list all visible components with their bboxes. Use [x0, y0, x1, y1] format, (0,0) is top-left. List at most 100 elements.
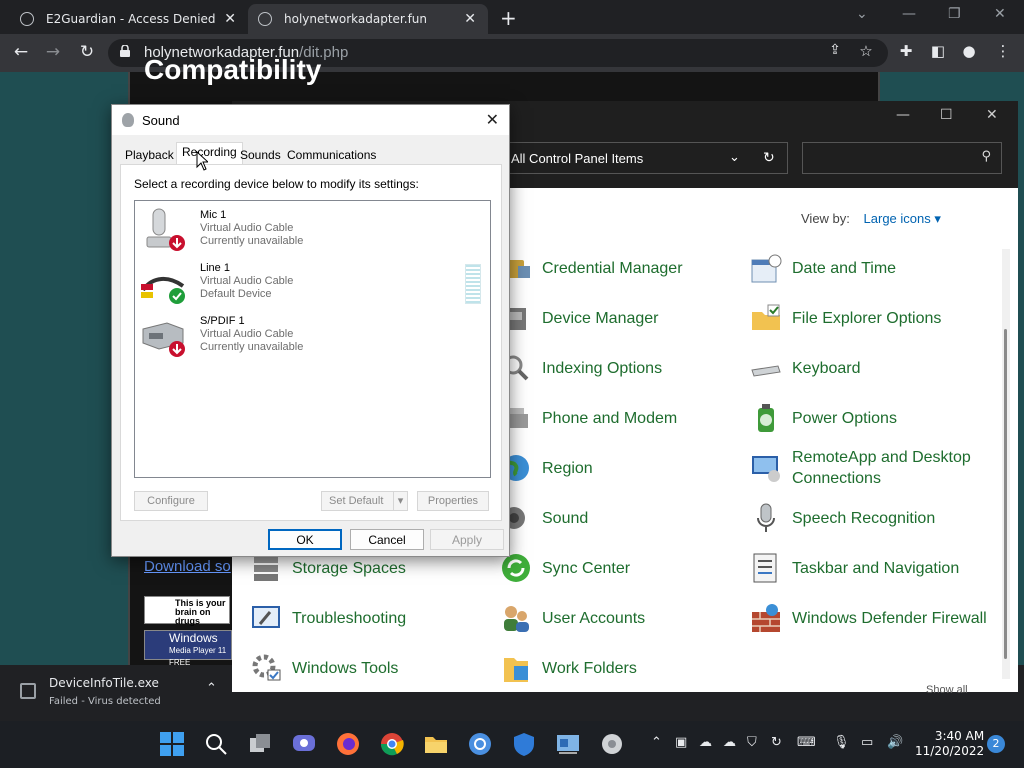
minimize-button[interactable]: —	[902, 6, 916, 22]
cp-item-user-accounts[interactable]: User Accounts	[500, 598, 740, 638]
maximize-button[interactable]: ☐	[940, 107, 953, 123]
restore-button[interactable]: ❐	[948, 6, 961, 22]
cp-item-device-manager[interactable]: Device Manager	[500, 298, 740, 338]
cp-item-windows-tools[interactable]: Windows Tools	[250, 648, 490, 688]
task-view-icon[interactable]	[247, 731, 273, 757]
cp-item-credential-manager[interactable]: Credential Manager	[500, 248, 740, 288]
set-default-button[interactable]: Set Default	[321, 491, 395, 511]
scrollbar-thumb[interactable]	[1004, 329, 1007, 659]
file-explorer-icon[interactable]	[423, 731, 449, 757]
security-shield-icon[interactable]	[511, 731, 537, 757]
show-all-link[interactable]: Show all	[926, 684, 968, 696]
close-button[interactable]: ✕	[486, 110, 499, 130]
microphone-device-icon	[146, 208, 185, 251]
tab-recording[interactable]: Recording	[176, 142, 243, 166]
firefox-icon[interactable]	[335, 731, 361, 757]
chrome-icon[interactable]	[379, 731, 405, 757]
browser-tab-active[interactable]: holynetworkadapter.fun ✕	[248, 4, 488, 34]
tab-communications[interactable]: Communications	[282, 146, 381, 166]
search-input[interactable]: ⚲	[802, 142, 1002, 174]
cp-item-keyboard[interactable]: Keyboard	[750, 348, 990, 388]
microphone-icon[interactable]: 🎙	[833, 735, 850, 750]
ok-button[interactable]: OK	[268, 529, 342, 550]
taskbar: ⌃ ▣ ☁ ☁ ⛉ ↻ ⌨ 🎙 ▭ 🔊 3:40 AM 11/20/2022 2	[0, 721, 1024, 768]
tab-playback[interactable]: Playback	[120, 146, 179, 166]
profile-icon[interactable]: ●	[958, 42, 980, 60]
back-button[interactable]: ←	[10, 42, 32, 62]
list-item[interactable]: Mic 1 Virtual Audio Cable Currently unav…	[139, 203, 479, 253]
cloud-offline-icon[interactable]: ☁	[723, 735, 736, 750]
browser-tab[interactable]: E2Guardian - Access Denied ✕	[10, 4, 248, 34]
this-is-your-brain-badge[interactable]: This is your brain on drugs	[144, 596, 230, 626]
windows-media-player-badge[interactable]: Windows Media Player 11 FREE	[144, 630, 232, 667]
cp-item-speech-recognition[interactable]: Speech Recognition	[750, 498, 990, 538]
start-icon[interactable]	[159, 731, 185, 757]
chevron-up-icon[interactable]: ⌃	[651, 735, 662, 750]
close-tab-icon[interactable]: ✕	[464, 11, 476, 27]
close-button[interactable]: ✕	[986, 107, 998, 123]
sound-dialog: Sound ✕ Playback Recording Sounds Commun…	[111, 104, 510, 557]
close-tab-icon[interactable]: ✕	[224, 11, 236, 27]
cp-item-date-and-time[interactable]: Date and Time	[750, 248, 990, 288]
clock[interactable]: 3:40 AM 11/20/2022	[915, 729, 984, 759]
cp-item-sound[interactable]: Sound	[500, 498, 740, 538]
tab-sounds[interactable]: Sounds	[235, 146, 286, 166]
new-tab-button[interactable]: +	[500, 6, 517, 30]
network-icon[interactable]: ▭	[861, 735, 873, 750]
extensions-icon[interactable]: ✚	[895, 42, 917, 60]
defender-icon[interactable]: ⛉	[747, 735, 757, 750]
onedrive-icon[interactable]: ☁	[699, 735, 712, 750]
cp-item-region[interactable]: Region	[500, 448, 740, 488]
minimize-button[interactable]: —	[896, 107, 910, 123]
cp-item-remoteapp[interactable]: RemoteApp and Desktop Connections	[750, 448, 990, 488]
microphone-icon	[757, 503, 775, 532]
cp-item-file-explorer-options[interactable]: File Explorer Options	[750, 298, 990, 338]
forward-button[interactable]: →	[42, 42, 64, 62]
menu-icon[interactable]: ⋮	[992, 42, 1014, 60]
cancel-button[interactable]: Cancel	[350, 529, 424, 550]
chrome-alt-icon[interactable]	[467, 731, 493, 757]
chevron-up-icon[interactable]: ⌃	[206, 681, 217, 696]
sync-icon[interactable]: ↻	[771, 735, 782, 750]
share-icon[interactable]: ⇪	[824, 42, 846, 58]
line-in-device-icon	[141, 277, 185, 304]
tab-search-icon[interactable]: ⌄	[856, 6, 868, 22]
cp-item-work-folders[interactable]: Work Folders	[500, 648, 740, 688]
cp-item-taskbar-and-navigation[interactable]: Taskbar and Navigation	[750, 548, 990, 588]
download-link[interactable]: Download so	[144, 558, 231, 575]
set-default-dropdown[interactable]: ▾	[393, 491, 408, 511]
keyboard-icon[interactable]: ⌨	[797, 735, 816, 750]
chat-icon[interactable]	[291, 731, 317, 757]
chevron-down-icon[interactable]: ⌄	[729, 149, 740, 165]
volume-icon[interactable]: 🔊	[887, 735, 903, 750]
scrollbar[interactable]	[1002, 249, 1010, 679]
breadcrumb[interactable]: All Control Panel Items ⌄ ↻	[494, 142, 788, 174]
bookmark-star-icon[interactable]: ☆	[855, 42, 877, 60]
control-panel-icon[interactable]	[555, 731, 581, 757]
lock-icon	[120, 45, 130, 57]
apply-button[interactable]: Apply	[430, 529, 504, 550]
properties-button[interactable]: Properties	[417, 491, 489, 511]
list-item[interactable]: Line 1 Virtual Audio Cable Default Devic…	[139, 256, 481, 306]
cp-item-power-options[interactable]: Power Options	[750, 398, 990, 438]
list-item[interactable]: S/PDIF 1 Virtual Audio Cable Currently u…	[139, 309, 479, 359]
cp-item-troubleshooting[interactable]: Troubleshooting	[250, 598, 490, 638]
tray-app-icon[interactable]: ▣	[675, 735, 687, 750]
close-window-button[interactable]: ✕	[994, 6, 1006, 22]
cp-item-indexing-options[interactable]: Indexing Options	[500, 348, 740, 388]
cp-item-sync-center[interactable]: Sync Center	[500, 548, 740, 588]
view-by-dropdown[interactable]: Large icons ▾	[864, 211, 941, 226]
recording-device-list[interactable]: Mic 1 Virtual Audio Cable Currently unav…	[134, 200, 491, 478]
device-name: Mic 1	[200, 209, 227, 221]
sound-app-icon[interactable]	[599, 731, 625, 757]
cp-item-windows-defender-firewall[interactable]: Windows Defender Firewall	[750, 598, 990, 638]
side-panel-icon[interactable]: ◧	[927, 42, 949, 60]
notification-badge[interactable]: 2	[987, 735, 1005, 753]
refresh-icon[interactable]: ↻	[763, 149, 775, 166]
remoteapp-icon	[752, 456, 780, 482]
configure-button[interactable]: Configure	[134, 491, 208, 511]
reload-button[interactable]: ↻	[76, 42, 98, 62]
cp-item-phone-and-modem[interactable]: Phone and Modem	[500, 398, 740, 438]
search-icon[interactable]	[203, 731, 229, 757]
download-item[interactable]: DeviceInfoTile.exe Failed - Virus detect…	[0, 665, 232, 721]
